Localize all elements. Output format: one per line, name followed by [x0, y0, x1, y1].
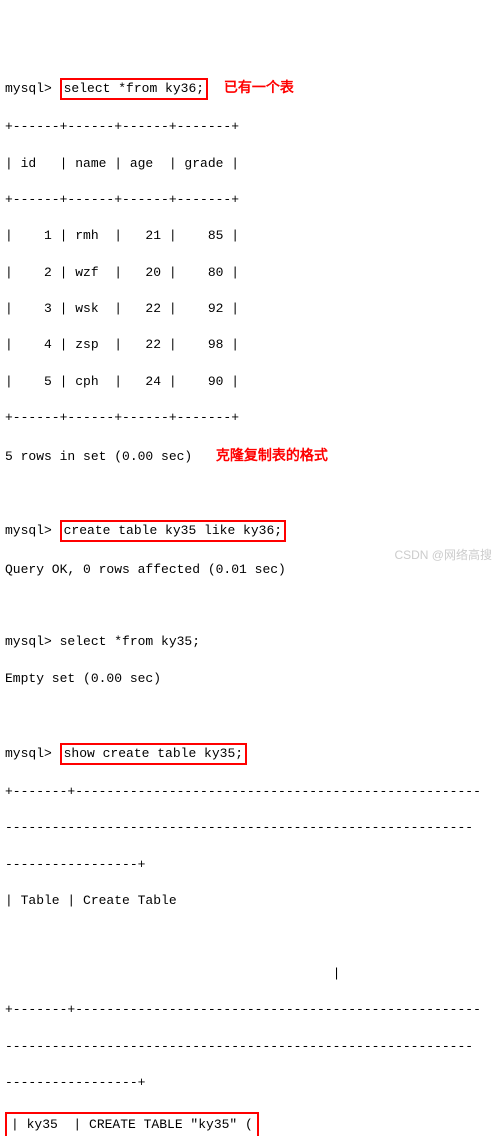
table-row: | 3 | wsk | 22 | 92 | [5, 300, 500, 318]
sep-long: ----------------------------------------… [5, 1038, 500, 1056]
query-create-ky35: create table ky35 like ky36; [60, 520, 286, 542]
table-sep: +------+------+------+-------+ [5, 409, 500, 427]
sep-long: +-------+-------------------------------… [5, 1001, 500, 1019]
rows-msg: 5 rows in set (0.00 sec) [5, 449, 192, 464]
annotation-existing-table: 已有一个表 [224, 79, 294, 95]
table-sep: +------+------+------+-------+ [5, 118, 500, 136]
sep-long: ----------------------------------------… [5, 819, 500, 837]
table-row: | 2 | wzf | 20 | 80 | [5, 264, 500, 282]
table-row: | 4 | zsp | 22 | 98 | [5, 336, 500, 354]
query-show-create: show create table ky35; [60, 743, 247, 765]
prompt: mysql> [5, 746, 52, 761]
sep-tail: -----------------+ [5, 1074, 500, 1092]
create-table-header: | Table | Create Table [5, 892, 500, 910]
pipe-end: | [5, 965, 500, 983]
create-table-line: | ky35 | CREATE TABLE "ky35" ( [11, 1116, 253, 1134]
sep-long: +-------+-------------------------------… [5, 783, 500, 801]
sep-tail: -----------------+ [5, 856, 500, 874]
table-sep: +------+------+------+-------+ [5, 191, 500, 209]
table-row: | 1 | rmh | 21 | 85 | [5, 227, 500, 245]
watermark: CSDN @网络高搜 [394, 547, 492, 564]
prompt: mysql> [5, 523, 52, 538]
table-header: | id | name | age | grade | [5, 155, 500, 173]
query-select-ky36: select *from ky36; [60, 78, 208, 100]
table-row: | 5 | cph | 24 | 90 | [5, 373, 500, 391]
create-table-body-box: | ky35 | CREATE TABLE "ky35" ( "id" int(… [5, 1112, 259, 1136]
prompt: mysql> [5, 81, 52, 96]
empty-set-msg: Empty set (0.00 sec) [5, 670, 500, 688]
query-select-ky35: mysql> select *from ky35; [5, 633, 500, 651]
annotation-clone-format: 克隆复制表的格式 [216, 447, 328, 463]
